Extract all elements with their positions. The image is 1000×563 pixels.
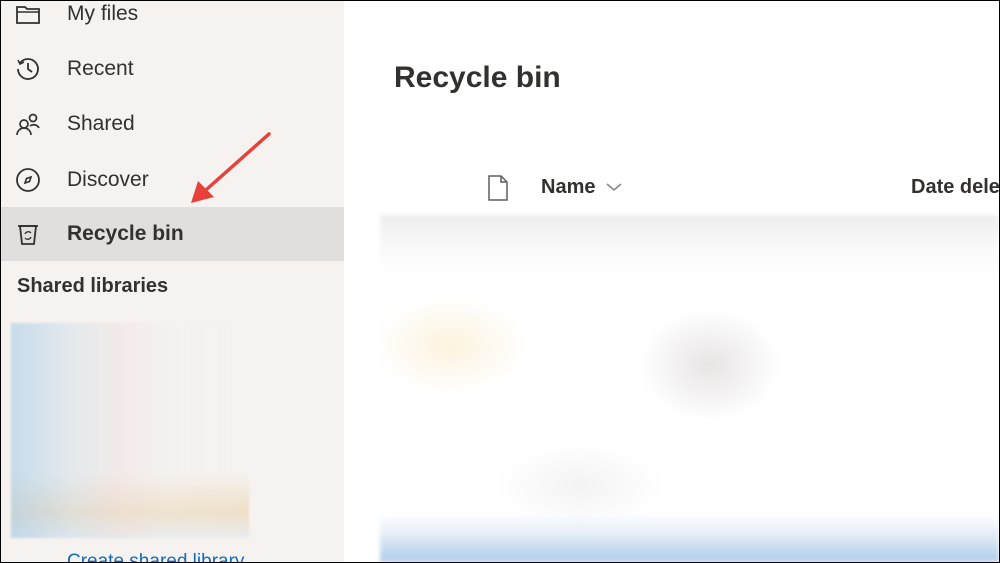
file-type-icon — [486, 174, 510, 207]
list-header: Name Date dele — [344, 161, 999, 215]
sidebar-item-label: Discover — [67, 168, 149, 191]
chevron-down-icon — [605, 176, 623, 199]
sidebar-item-label: My files — [67, 2, 139, 25]
history-icon — [14, 55, 42, 83]
column-header-name[interactable]: Name — [541, 176, 623, 199]
sidebar-item-discover[interactable]: Discover — [1, 153, 344, 207]
app-window: My files Recent Shared Discover Recycle — [0, 0, 1000, 563]
shared-libraries-list — [11, 323, 249, 538]
sidebar-item-recycle-bin[interactable]: Recycle bin — [1, 207, 344, 261]
sidebar-item-recent[interactable]: Recent — [1, 42, 344, 96]
column-name-label: Name — [541, 176, 596, 198]
sidebar-nav: My files Recent Shared Discover Recycle — [1, 1, 344, 562]
file-list — [380, 215, 999, 562]
main-content: Recycle bin Name Date dele — [344, 1, 999, 562]
create-shared-library-link[interactable]: Create shared library — [67, 551, 244, 562]
column-header-date-deleted[interactable]: Date dele — [911, 176, 999, 199]
recycle-bin-icon — [14, 220, 42, 248]
page-title: Recycle bin — [394, 61, 561, 94]
compass-icon — [14, 166, 42, 194]
people-icon — [14, 110, 42, 138]
shared-libraries-header: Shared libraries — [17, 275, 169, 297]
sidebar-item-my-files[interactable]: My files — [1, 1, 344, 41]
folder-icon — [14, 1, 42, 28]
sidebar-item-label: Recycle bin — [67, 222, 184, 245]
sidebar-item-label: Shared — [67, 112, 135, 135]
sidebar-item-shared[interactable]: Shared — [1, 97, 344, 151]
sidebar-item-label: Recent — [67, 57, 134, 80]
